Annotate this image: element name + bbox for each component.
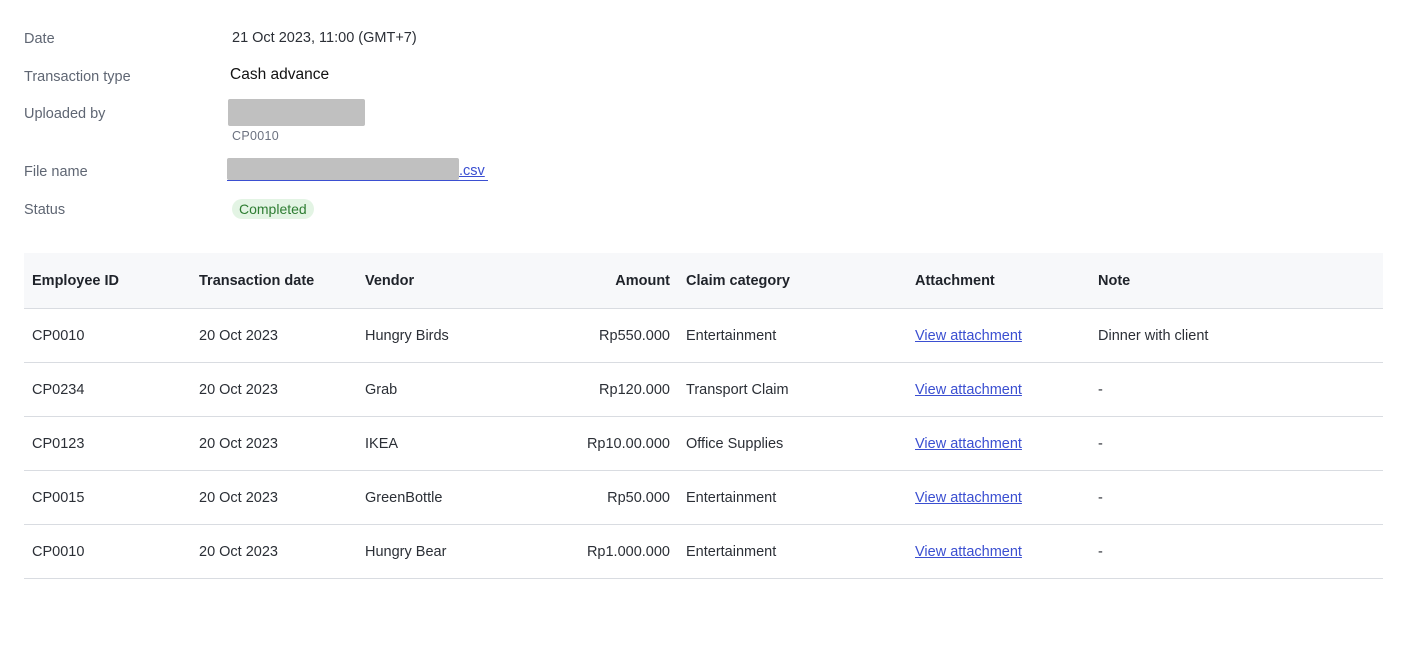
header-amount: Amount: [524, 253, 678, 309]
cell-transaction-date: 20 Oct 2023: [191, 416, 357, 471]
detail-row-transaction-type: Transaction type Cash advance: [24, 62, 824, 100]
header-employee-id: Employee ID: [24, 253, 191, 309]
uploaded-by-label: Uploaded by: [24, 106, 106, 122]
table-header: Employee ID Transaction date Vendor Amou…: [24, 253, 1383, 309]
view-attachment-link[interactable]: View attachment: [915, 436, 1022, 452]
header-attachment: Attachment: [907, 253, 1090, 309]
cell-claim-category: Entertainment: [678, 524, 907, 579]
cell-amount: Rp550.000: [524, 308, 678, 363]
cell-claim-category: Entertainment: [678, 470, 907, 525]
redacted-file-name[interactable]: [227, 158, 459, 180]
file-name-link[interactable]: .csv: [459, 163, 485, 179]
uploader-id: CP0010: [232, 129, 279, 143]
cell-note: -: [1090, 524, 1383, 579]
table-row: CP0234 20 Oct 2023 Grab Rp120.000 Transp…: [24, 362, 1383, 417]
cell-transaction-date: 20 Oct 2023: [191, 362, 357, 417]
table-row: CP0015 20 Oct 2023 GreenBottle Rp50.000 …: [24, 470, 1383, 525]
cell-note: -: [1090, 416, 1383, 471]
cell-transaction-date: 20 Oct 2023: [191, 308, 357, 363]
cell-claim-category: Office Supplies: [678, 416, 907, 471]
cell-attachment: View attachment: [907, 470, 1090, 525]
cell-transaction-date: 20 Oct 2023: [191, 524, 357, 579]
cell-employee-id: CP0234: [24, 362, 191, 417]
transaction-type-value: Cash advance: [230, 65, 330, 83]
cell-employee-id: CP0123: [24, 416, 191, 471]
detail-row-uploaded-by: Uploaded by CP0010: [24, 99, 824, 157]
cell-claim-category: Entertainment: [678, 308, 907, 363]
date-value: 21 Oct 2023, 11:00 (GMT+7): [232, 30, 417, 46]
view-attachment-link[interactable]: View attachment: [915, 490, 1022, 506]
transaction-type-label: Transaction type: [24, 68, 131, 85]
cell-employee-id: CP0010: [24, 308, 191, 363]
view-attachment-link[interactable]: View attachment: [915, 544, 1022, 560]
status-badge: Completed: [232, 198, 314, 219]
cell-amount: Rp50.000: [524, 470, 678, 525]
file-link-underline: [227, 180, 488, 181]
cell-claim-category: Transport Claim: [678, 362, 907, 417]
transactions-table: Employee ID Transaction date Vendor Amou…: [24, 253, 1383, 579]
cell-attachment: View attachment: [907, 362, 1090, 417]
cell-vendor: GreenBottle: [357, 470, 524, 525]
view-attachment-link[interactable]: View attachment: [915, 382, 1022, 398]
cell-attachment: View attachment: [907, 416, 1090, 471]
cell-employee-id: CP0015: [24, 470, 191, 525]
cell-amount: Rp120.000: [524, 362, 678, 417]
cell-amount: Rp10.00.000: [524, 416, 678, 471]
header-transaction-date: Transaction date: [191, 253, 357, 309]
cell-note: Dinner with client: [1090, 308, 1383, 363]
redacted-uploader-name: [228, 99, 365, 126]
transaction-details: Date 21 Oct 2023, 11:00 (GMT+7) Transact…: [24, 24, 824, 232]
table-row: CP0010 20 Oct 2023 Hungry Bear Rp1.000.0…: [24, 524, 1383, 579]
cell-vendor: Hungry Birds: [357, 308, 524, 363]
table-body: CP0010 20 Oct 2023 Hungry Birds Rp550.00…: [24, 308, 1383, 579]
status-label: Status: [24, 201, 66, 218]
table-row: CP0010 20 Oct 2023 Hungry Birds Rp550.00…: [24, 308, 1383, 363]
view-attachment-link[interactable]: View attachment: [915, 328, 1022, 344]
header-note: Note: [1090, 253, 1383, 309]
detail-row-status: Status Completed: [24, 195, 824, 233]
header-claim-category: Claim category: [678, 253, 907, 309]
cell-vendor: Hungry Bear: [357, 524, 524, 579]
cell-vendor: IKEA: [357, 416, 524, 471]
cell-amount: Rp1.000.000: [524, 524, 678, 579]
table-header-row: Employee ID Transaction date Vendor Amou…: [24, 253, 1383, 309]
file-name-label: File name: [24, 164, 88, 180]
cell-attachment: View attachment: [907, 308, 1090, 363]
cell-note: -: [1090, 362, 1383, 417]
cell-vendor: Grab: [357, 362, 524, 417]
detail-row-date: Date 21 Oct 2023, 11:00 (GMT+7): [24, 24, 824, 62]
cell-note: -: [1090, 470, 1383, 525]
cell-transaction-date: 20 Oct 2023: [191, 470, 357, 525]
header-vendor: Vendor: [357, 253, 524, 309]
cell-employee-id: CP0010: [24, 524, 191, 579]
table-row: CP0123 20 Oct 2023 IKEA Rp10.00.000 Offi…: [24, 416, 1383, 471]
date-label: Date: [24, 31, 55, 47]
detail-row-file-name: File name .csv: [24, 157, 824, 195]
cell-attachment: View attachment: [907, 524, 1090, 579]
